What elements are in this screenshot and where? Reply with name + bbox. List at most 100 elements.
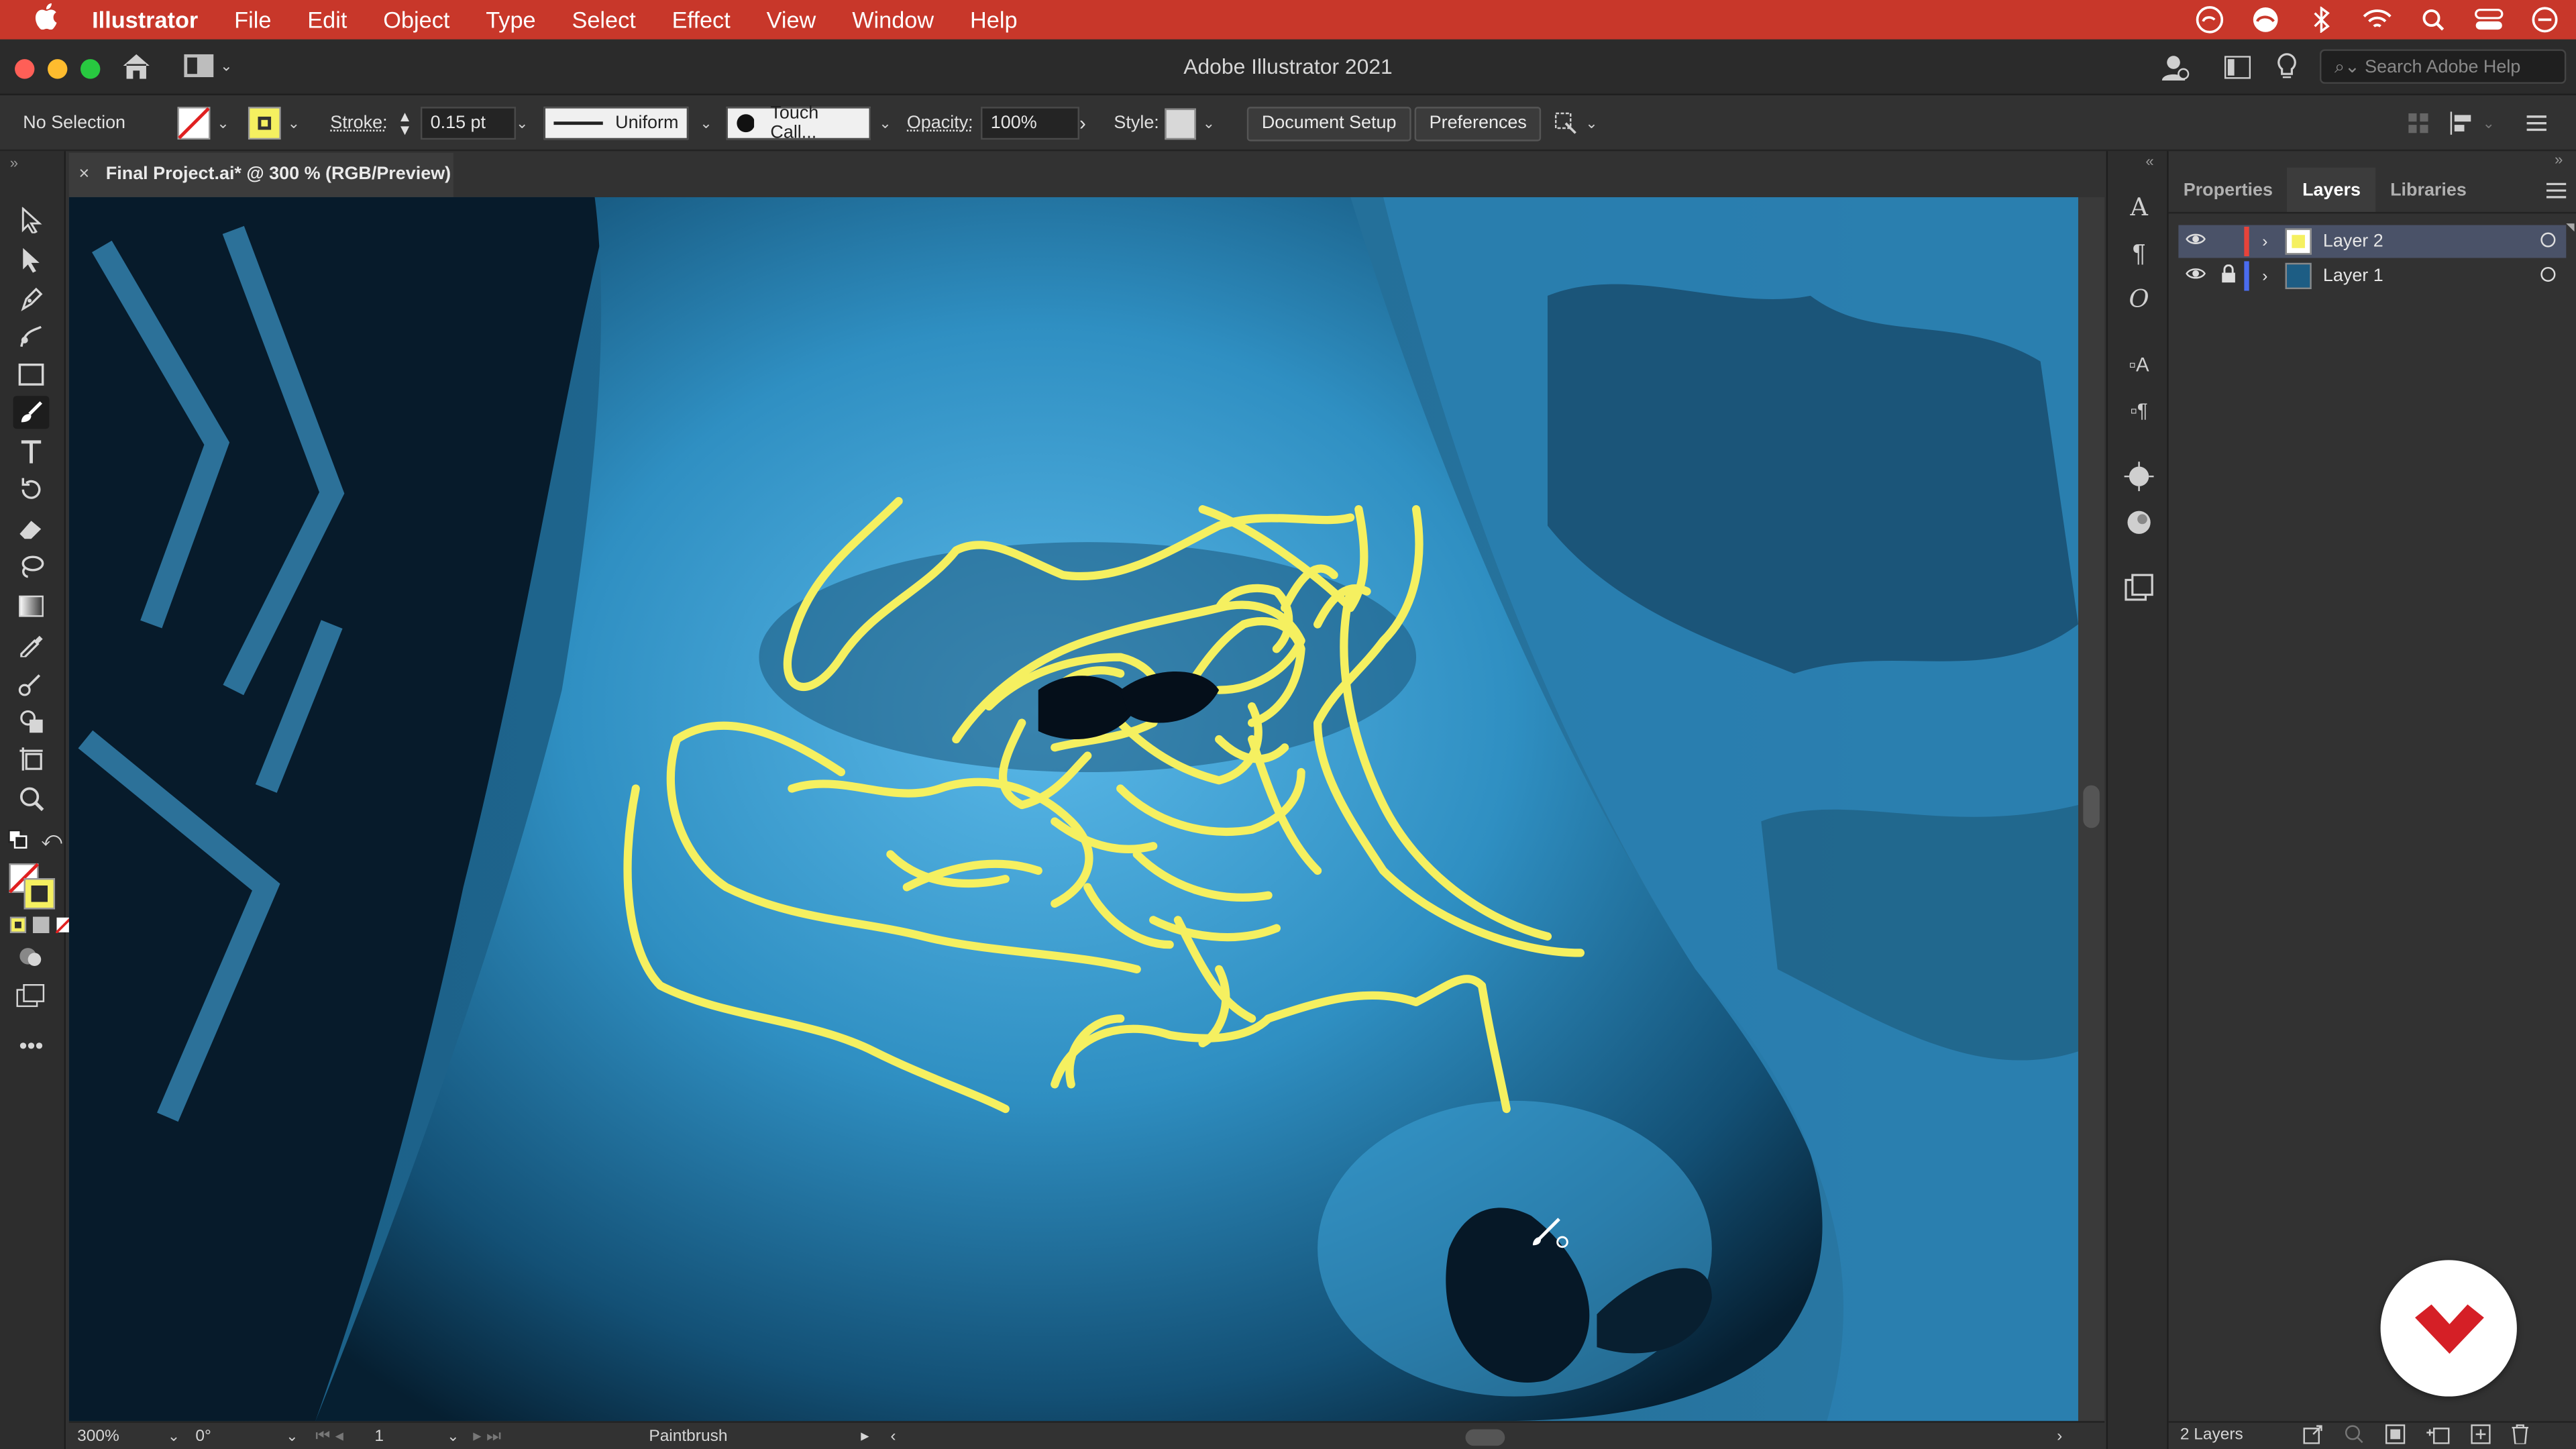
brush-definition-select[interactable]: Touch Call... (726, 103, 871, 143)
select-similar-icon[interactable]: ⌄ (1552, 95, 1598, 151)
menu-type[interactable]: Type (468, 0, 553, 40)
spotlight-search-icon[interactable] (2418, 5, 2448, 34)
lock-icon[interactable] (2211, 264, 2244, 287)
make-clipping-mask-icon[interactable] (2385, 1424, 2406, 1449)
profile-dropdown[interactable]: ⌄ (693, 95, 712, 151)
layer-row-layer-1[interactable]: › Layer 1 (2178, 260, 2566, 292)
menu-select[interactable]: Select (554, 0, 654, 40)
creative-cloud-icon[interactable] (2251, 5, 2280, 34)
gradient-icon[interactable] (32, 916, 50, 934)
expand-panel-icon[interactable]: » (10, 154, 18, 170)
target-circle-icon[interactable] (2540, 266, 2556, 288)
menu-app[interactable]: Illustrator (92, 0, 216, 40)
paragraph-styles-icon[interactable]: ▫¶ (2123, 394, 2155, 427)
selection-tool-icon[interactable] (13, 204, 50, 237)
layer-row-layer-2[interactable]: › Layer 2 (2178, 223, 2575, 258)
menu-file[interactable]: File (216, 0, 289, 40)
draw-mode-icon[interactable] (13, 940, 50, 973)
hscroll-right-icon[interactable]: › (2057, 1424, 2062, 1449)
pen-tool-icon[interactable] (13, 282, 50, 315)
opacity-arrow-icon[interactable]: › (1079, 95, 1086, 151)
graphic-style-swatch[interactable]: ⌄ (1165, 95, 1215, 151)
character-styles-icon[interactable]: ▫A (2123, 348, 2155, 381)
expand-layer-icon[interactable]: › (2262, 267, 2285, 285)
stroke-swatch[interactable]: ⌄ (248, 95, 300, 151)
fill-swatch[interactable]: ⌄ (177, 95, 229, 151)
delete-layer-icon[interactable] (2510, 1424, 2530, 1449)
tab-properties[interactable]: Properties (2169, 168, 2288, 212)
layer-name[interactable]: Layer 1 (2323, 266, 2383, 286)
paintbrush-tool-icon[interactable] (13, 396, 50, 429)
expand-layer-icon[interactable]: › (2262, 233, 2285, 251)
collapse-panel-icon[interactable]: » (2555, 151, 2563, 167)
opacity-label[interactable]: Opacity: (907, 95, 973, 151)
variable-width-profile-select[interactable]: Uniform (543, 107, 689, 140)
stroke-label[interactable]: Stroke: (330, 95, 387, 151)
stroke-weight-dropdown[interactable]: ⌄ (509, 95, 528, 151)
bluetooth-icon[interactable] (2306, 5, 2336, 34)
curvature-tool-icon[interactable] (13, 321, 50, 354)
artboard-tool-icon[interactable] (13, 743, 50, 775)
wifi-icon[interactable] (2363, 5, 2392, 34)
document-tab[interactable]: × Final Project.ai* @ 300 % (RGB/Preview… (68, 152, 453, 197)
character-panel-icon[interactable]: A (2123, 191, 2155, 223)
tab-layers[interactable]: Layers (2288, 167, 2376, 212)
stroke-weight-field[interactable]: 0.15 pt (420, 107, 516, 140)
export-assets-icon[interactable] (2303, 1424, 2322, 1449)
artboard-nav-next-icon[interactable]: ▸⏭ (473, 1424, 506, 1449)
eyedropper-tool-icon[interactable] (13, 628, 50, 661)
discover-lightbulb-icon[interactable] (2275, 52, 2298, 90)
status-menu-arrow-icon[interactable]: ▸ (861, 1424, 869, 1449)
menu-view[interactable]: View (749, 0, 835, 40)
preferences-button[interactable]: Preferences (1414, 105, 1542, 141)
share-user-icon[interactable] (2160, 52, 2190, 90)
swap-fill-stroke-icon[interactable]: ⤺ (41, 828, 62, 853)
new-layer-icon[interactable] (2471, 1424, 2491, 1449)
appearance-panel-icon[interactable] (2123, 460, 2155, 493)
paragraph-panel-icon[interactable]: ¶ (2123, 237, 2155, 270)
rotate-dropdown[interactable]: ⌄ (279, 1424, 298, 1449)
zoom-tool-icon[interactable] (13, 782, 50, 815)
creative-cloud-sync-icon[interactable] (2195, 5, 2224, 34)
control-center-icon[interactable] (2474, 5, 2504, 34)
artboard-canvas[interactable] (68, 197, 2078, 1421)
brush-dropdown[interactable]: ⌄ (872, 95, 891, 151)
visibility-eye-icon[interactable] (2178, 266, 2211, 286)
menu-effect[interactable]: Effect (654, 0, 749, 40)
close-document-icon[interactable]: × (79, 164, 90, 184)
rectangle-tool-icon[interactable] (13, 358, 50, 391)
horizontal-scroll-thumb[interactable] (1465, 1429, 1505, 1446)
document-setup-button[interactable]: Document Setup (1246, 105, 1411, 141)
opacity-field[interactable]: 100% (981, 107, 1079, 140)
siri-icon[interactable] (2530, 5, 2559, 34)
opentype-panel-icon[interactable]: O (2123, 282, 2155, 315)
default-fill-stroke-icon[interactable] (8, 828, 28, 857)
artboard-dropdown[interactable]: ⌄ (440, 1424, 459, 1449)
tab-libraries[interactable]: Libraries (2375, 168, 2481, 212)
panel-menu-icon[interactable] (2526, 95, 2546, 151)
eraser-tool-icon[interactable] (13, 513, 50, 545)
artboard-number[interactable]: 1 (374, 1424, 384, 1449)
zoom-dropdown[interactable]: ⌄ (161, 1424, 180, 1449)
artboards-panel-icon[interactable] (2123, 572, 2155, 604)
layer-name[interactable]: Layer 2 (2323, 231, 2383, 251)
grid-align-icon[interactable] (2408, 95, 2428, 151)
direct-selection-tool-icon[interactable] (13, 243, 50, 276)
graphic-styles-icon[interactable] (2123, 506, 2155, 539)
locate-object-icon[interactable] (2345, 1424, 2364, 1449)
blend-tool-icon[interactable] (13, 667, 50, 700)
edit-toolbar-icon[interactable]: ••• (13, 1028, 50, 1061)
vertical-scrollbar[interactable] (2078, 197, 2105, 1421)
new-sublayer-icon[interactable] (2426, 1424, 2450, 1449)
menu-help[interactable]: Help (952, 0, 1035, 40)
artboard-nav-prev-icon[interactable]: ⏮◂ (315, 1424, 348, 1449)
lasso-tool-icon[interactable] (13, 550, 50, 583)
visibility-eye-icon[interactable] (2178, 231, 2211, 251)
menu-object[interactable]: Object (365, 0, 468, 40)
collapse-dock-icon[interactable]: « (2145, 153, 2153, 169)
menu-edit[interactable]: Edit (289, 0, 365, 40)
shape-builder-tool-icon[interactable] (13, 705, 50, 738)
color-mode-buttons[interactable] (9, 916, 72, 934)
stroke-stepper[interactable]: ▲ ▼ (398, 95, 413, 151)
align-objects-icon[interactable]: ⌄ (2449, 95, 2495, 151)
